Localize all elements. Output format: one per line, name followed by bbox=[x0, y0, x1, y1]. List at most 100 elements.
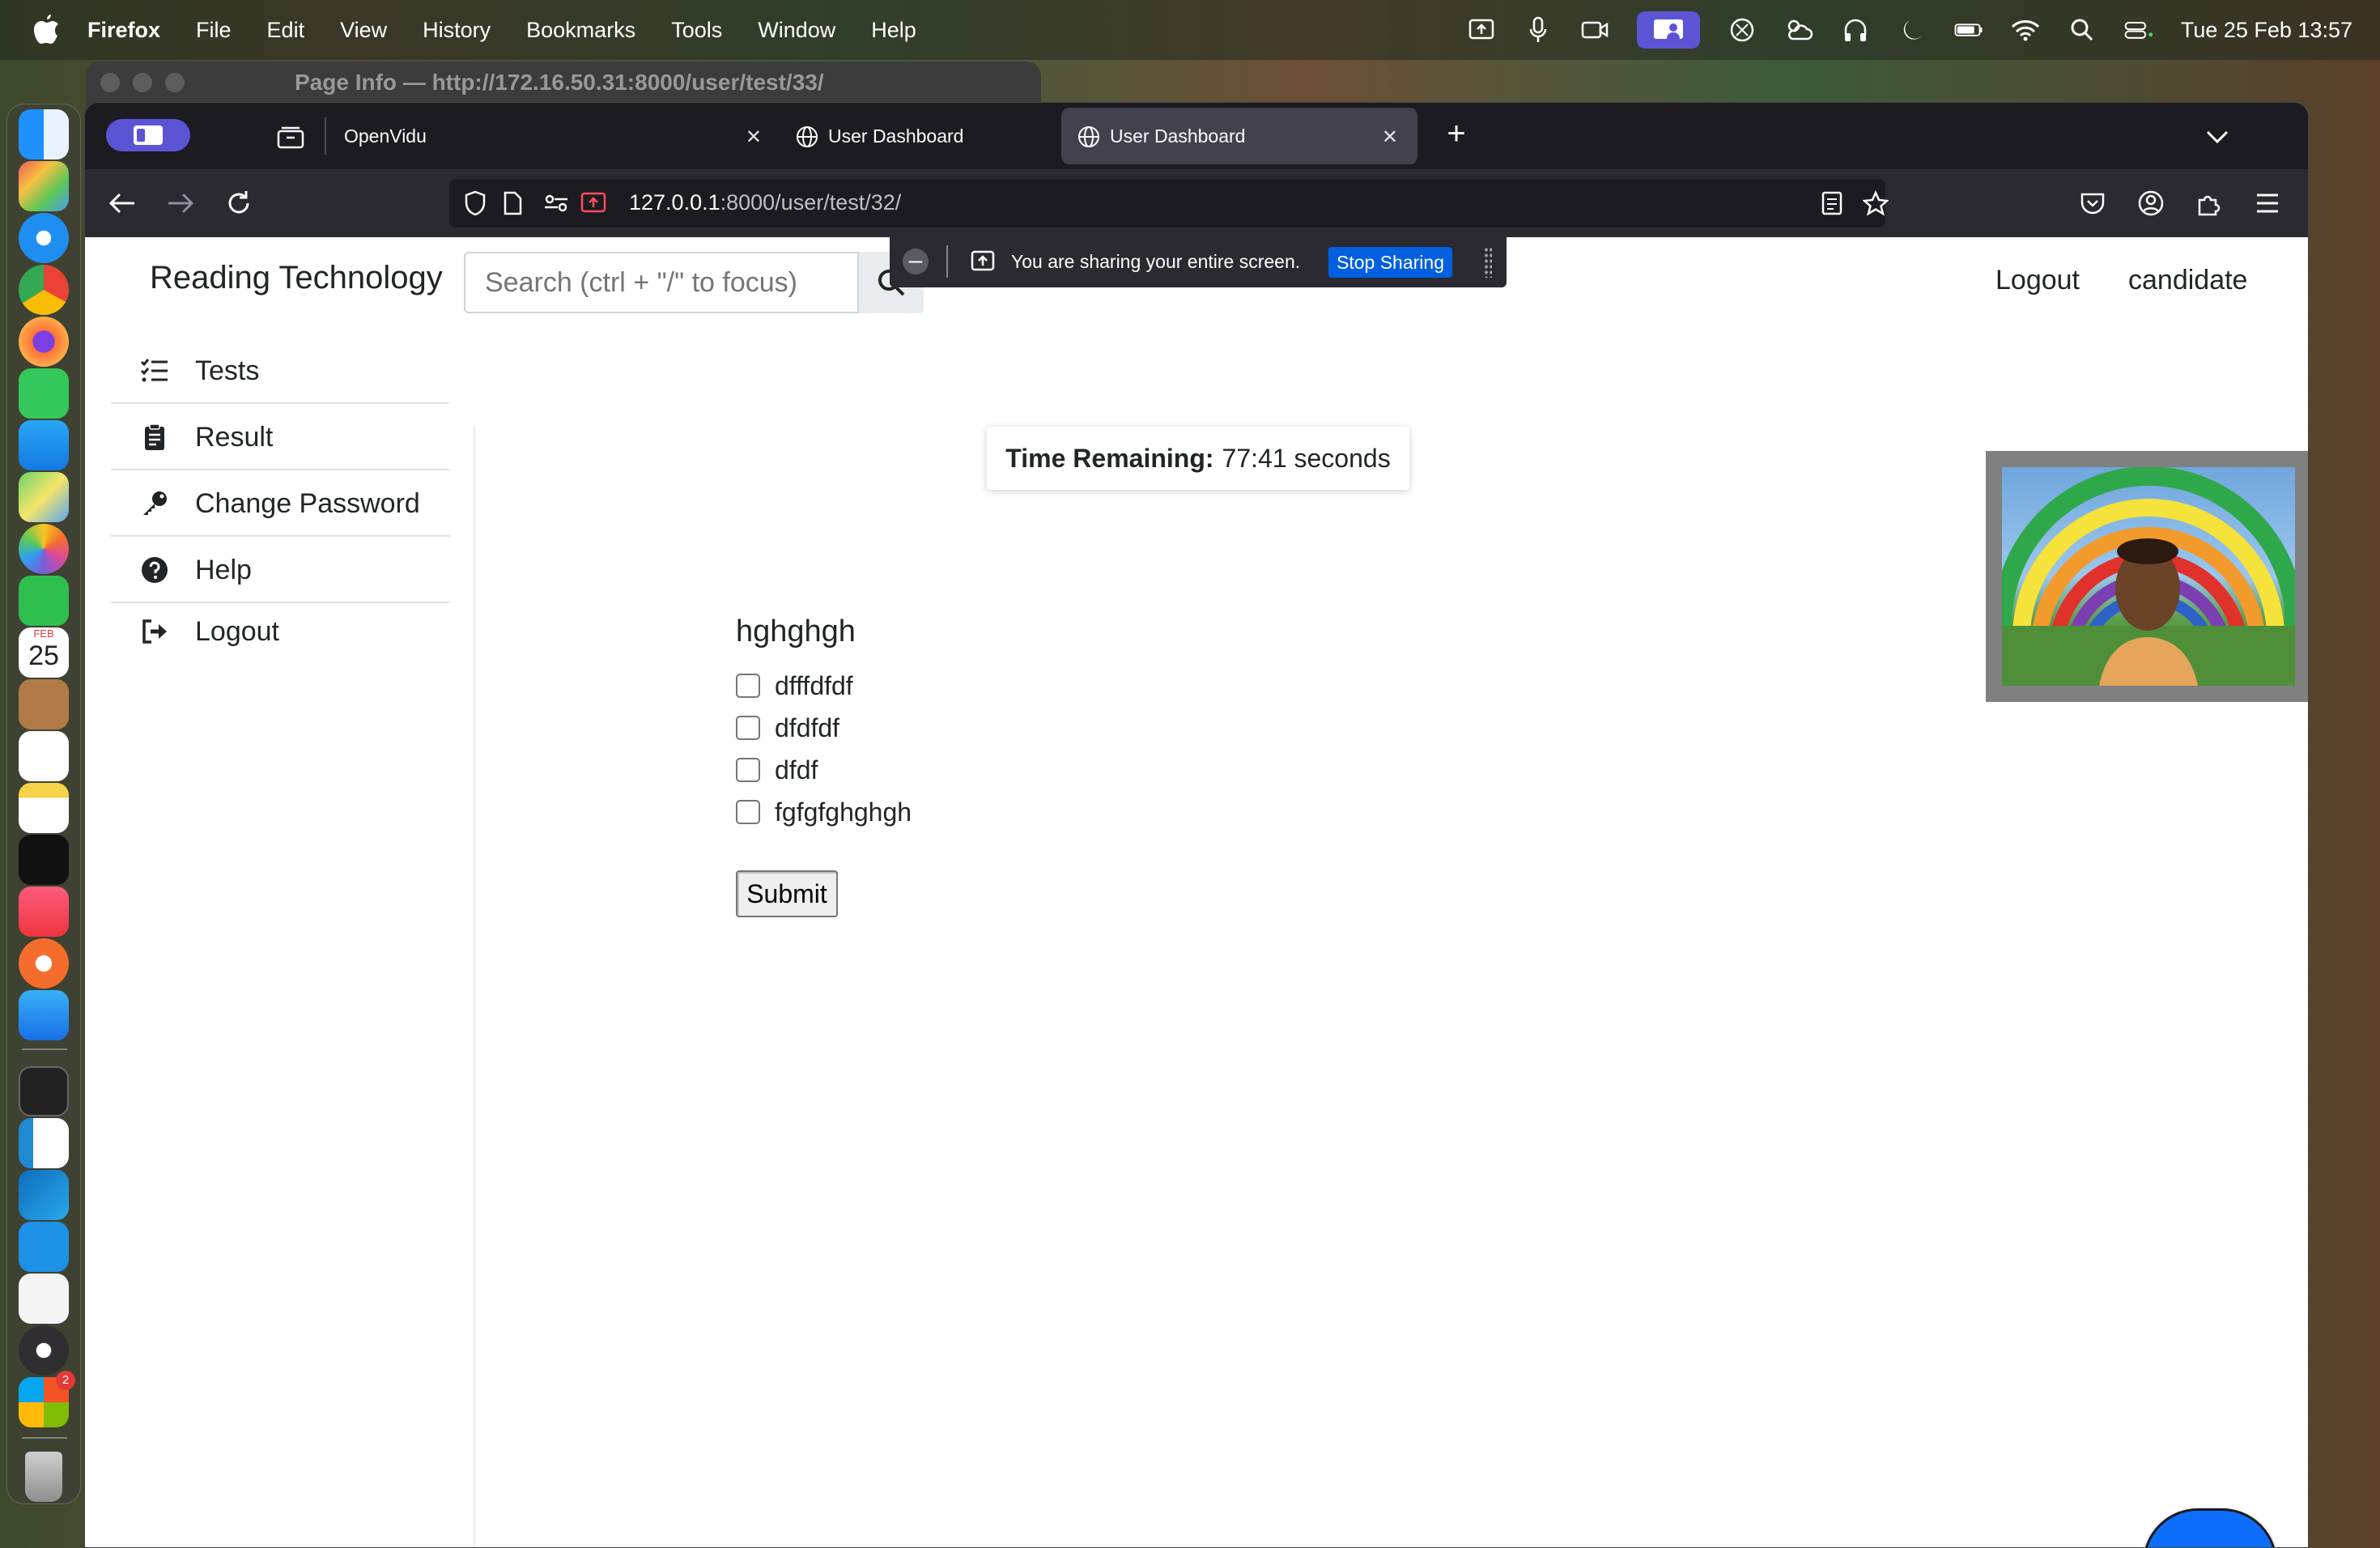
safari-icon[interactable] bbox=[19, 213, 69, 263]
vscode-icon[interactable] bbox=[19, 1118, 69, 1168]
option-checkbox[interactable] bbox=[736, 674, 760, 698]
tab-view-button[interactable] bbox=[274, 121, 307, 153]
menu-history[interactable]: History bbox=[423, 18, 491, 43]
finder-icon[interactable] bbox=[19, 109, 69, 159]
music-icon[interactable] bbox=[19, 887, 69, 937]
messages-icon[interactable] bbox=[19, 368, 69, 419]
microsoft-365-icon[interactable]: 2 bbox=[19, 1371, 75, 1427]
photos-icon[interactable] bbox=[19, 524, 69, 574]
docker-icon[interactable] bbox=[19, 1222, 69, 1272]
menu-bookmarks[interactable]: Bookmarks bbox=[526, 18, 635, 43]
sidebar-item-help[interactable]: Help bbox=[111, 537, 449, 603]
bookmark-star-icon[interactable] bbox=[1861, 189, 1890, 218]
drag-handle-icon[interactable] bbox=[1484, 247, 1492, 278]
tab-user-dashboard-active[interactable]: User Dashboard ✕ bbox=[1061, 108, 1417, 164]
chrome-icon[interactable] bbox=[19, 265, 69, 315]
option-checkbox[interactable] bbox=[736, 800, 760, 824]
top-nav-user-link[interactable]: candidate bbox=[2128, 265, 2247, 296]
sidebar-item-result[interactable]: Result bbox=[111, 404, 449, 470]
moon-icon[interactable] bbox=[1898, 15, 1927, 45]
menu-tools[interactable]: Tools bbox=[671, 18, 722, 43]
option-row[interactable]: dfdf bbox=[736, 754, 818, 786]
new-tab-button[interactable]: + bbox=[1439, 117, 1474, 153]
launchpad-icon[interactable] bbox=[19, 161, 69, 211]
menu-edit[interactable]: Edit bbox=[267, 18, 305, 43]
reminders-icon[interactable] bbox=[19, 731, 69, 781]
back-button[interactable] bbox=[104, 185, 140, 221]
menu-help[interactable]: Help bbox=[871, 18, 916, 43]
minimize-sharing-bar-button[interactable]: – bbox=[903, 249, 929, 274]
shield-icon[interactable] bbox=[461, 189, 490, 218]
obs-icon[interactable] bbox=[19, 1325, 69, 1376]
screen-share-indicator-icon[interactable] bbox=[579, 189, 608, 218]
option-label[interactable]: dfdf bbox=[775, 755, 818, 785]
weather-icon[interactable] bbox=[1784, 15, 1813, 45]
option-checkbox[interactable] bbox=[736, 716, 760, 740]
battery-icon[interactable] bbox=[1954, 15, 1983, 45]
chevron-down-icon[interactable] bbox=[2203, 122, 2232, 151]
top-nav-logout-link[interactable]: Logout bbox=[1995, 265, 2080, 296]
openai-icon[interactable] bbox=[1728, 15, 1757, 45]
brand-title[interactable]: Reading Technology bbox=[150, 260, 443, 296]
headphones-icon[interactable] bbox=[1841, 15, 1870, 45]
screen-sharing-active-icon[interactable] bbox=[1636, 11, 1700, 49]
reload-button[interactable] bbox=[221, 185, 257, 221]
page-icon[interactable] bbox=[498, 189, 527, 218]
window-zoom-button[interactable] bbox=[165, 73, 185, 92]
camera-icon[interactable] bbox=[1580, 15, 1609, 45]
maps-icon[interactable] bbox=[19, 472, 69, 522]
trash-icon[interactable] bbox=[25, 1452, 62, 1502]
sidebar-toggle-button[interactable] bbox=[106, 119, 190, 151]
chat-button[interactable]: Chat bbox=[2143, 1508, 2277, 1547]
terminal-icon[interactable] bbox=[19, 1066, 69, 1116]
podcasts-icon[interactable] bbox=[19, 938, 69, 989]
option-label[interactable]: fgfgfghghgh bbox=[775, 797, 912, 827]
contacts-icon[interactable] bbox=[19, 679, 69, 729]
menubar-clock[interactable]: Tue 25 Feb 13:57 bbox=[2181, 18, 2352, 43]
screen-share-status-icon[interactable] bbox=[1467, 15, 1496, 45]
wifi-icon[interactable] bbox=[2011, 15, 2040, 45]
control-center-icon[interactable] bbox=[2124, 15, 2153, 45]
option-row[interactable]: dfdfdf bbox=[736, 712, 839, 744]
apple-icon[interactable] bbox=[32, 13, 60, 45]
option-label[interactable]: dfdfdf bbox=[775, 713, 839, 743]
option-label[interactable]: dfffdfdf bbox=[775, 671, 853, 701]
notes-icon[interactable] bbox=[19, 783, 69, 833]
menu-file[interactable]: File bbox=[196, 18, 232, 43]
url-text[interactable]: 127.0.0.1:8000/user/test/32/ bbox=[629, 190, 901, 215]
app-menu-button[interactable] bbox=[2250, 185, 2285, 221]
option-row[interactable]: dfffdfdf bbox=[736, 670, 853, 702]
account-button[interactable] bbox=[2133, 185, 2169, 221]
search-input[interactable] bbox=[464, 252, 859, 313]
reader-view-icon[interactable] bbox=[1817, 189, 1847, 218]
menu-view[interactable]: View bbox=[340, 18, 387, 43]
microphone-icon[interactable] bbox=[1524, 15, 1553, 45]
textedit-icon[interactable] bbox=[19, 1274, 69, 1324]
firefox-icon[interactable] bbox=[19, 317, 69, 367]
webcam-preview[interactable] bbox=[1986, 451, 2308, 702]
stop-sharing-button[interactable]: Stop Sharing bbox=[1328, 247, 1452, 278]
apple-tv-icon[interactable] bbox=[19, 835, 69, 885]
menu-window[interactable]: Window bbox=[758, 18, 835, 43]
sidebar-item-logout[interactable]: Logout bbox=[111, 603, 449, 661]
extensions-button[interactable] bbox=[2191, 185, 2227, 221]
facetime-icon[interactable] bbox=[19, 576, 69, 626]
permissions-icon[interactable] bbox=[542, 189, 571, 218]
close-tab-icon[interactable]: ✕ bbox=[1382, 125, 1398, 149]
window-close-button[interactable] bbox=[100, 73, 120, 92]
outlook-icon[interactable] bbox=[19, 1170, 69, 1220]
url-bar[interactable]: 127.0.0.1:8000/user/test/32/ bbox=[449, 179, 1889, 228]
spotlight-search-icon[interactable] bbox=[2068, 15, 2097, 45]
option-checkbox[interactable] bbox=[736, 758, 760, 782]
sidebar-item-change-password[interactable]: Change Password bbox=[111, 470, 449, 537]
submit-button[interactable]: Submit bbox=[736, 870, 838, 917]
calendar-icon[interactable]: FEB 25 bbox=[19, 627, 69, 678]
mail-icon[interactable] bbox=[19, 420, 69, 470]
menu-app-name[interactable]: Firefox bbox=[87, 18, 160, 43]
app-store-icon[interactable] bbox=[19, 990, 69, 1040]
sidebar-item-tests[interactable]: Tests bbox=[111, 338, 449, 404]
forward-button[interactable] bbox=[163, 185, 198, 221]
option-row[interactable]: fgfgfghghgh bbox=[736, 796, 912, 828]
pocket-button[interactable] bbox=[2075, 185, 2110, 221]
window-minimize-button[interactable] bbox=[133, 73, 152, 92]
